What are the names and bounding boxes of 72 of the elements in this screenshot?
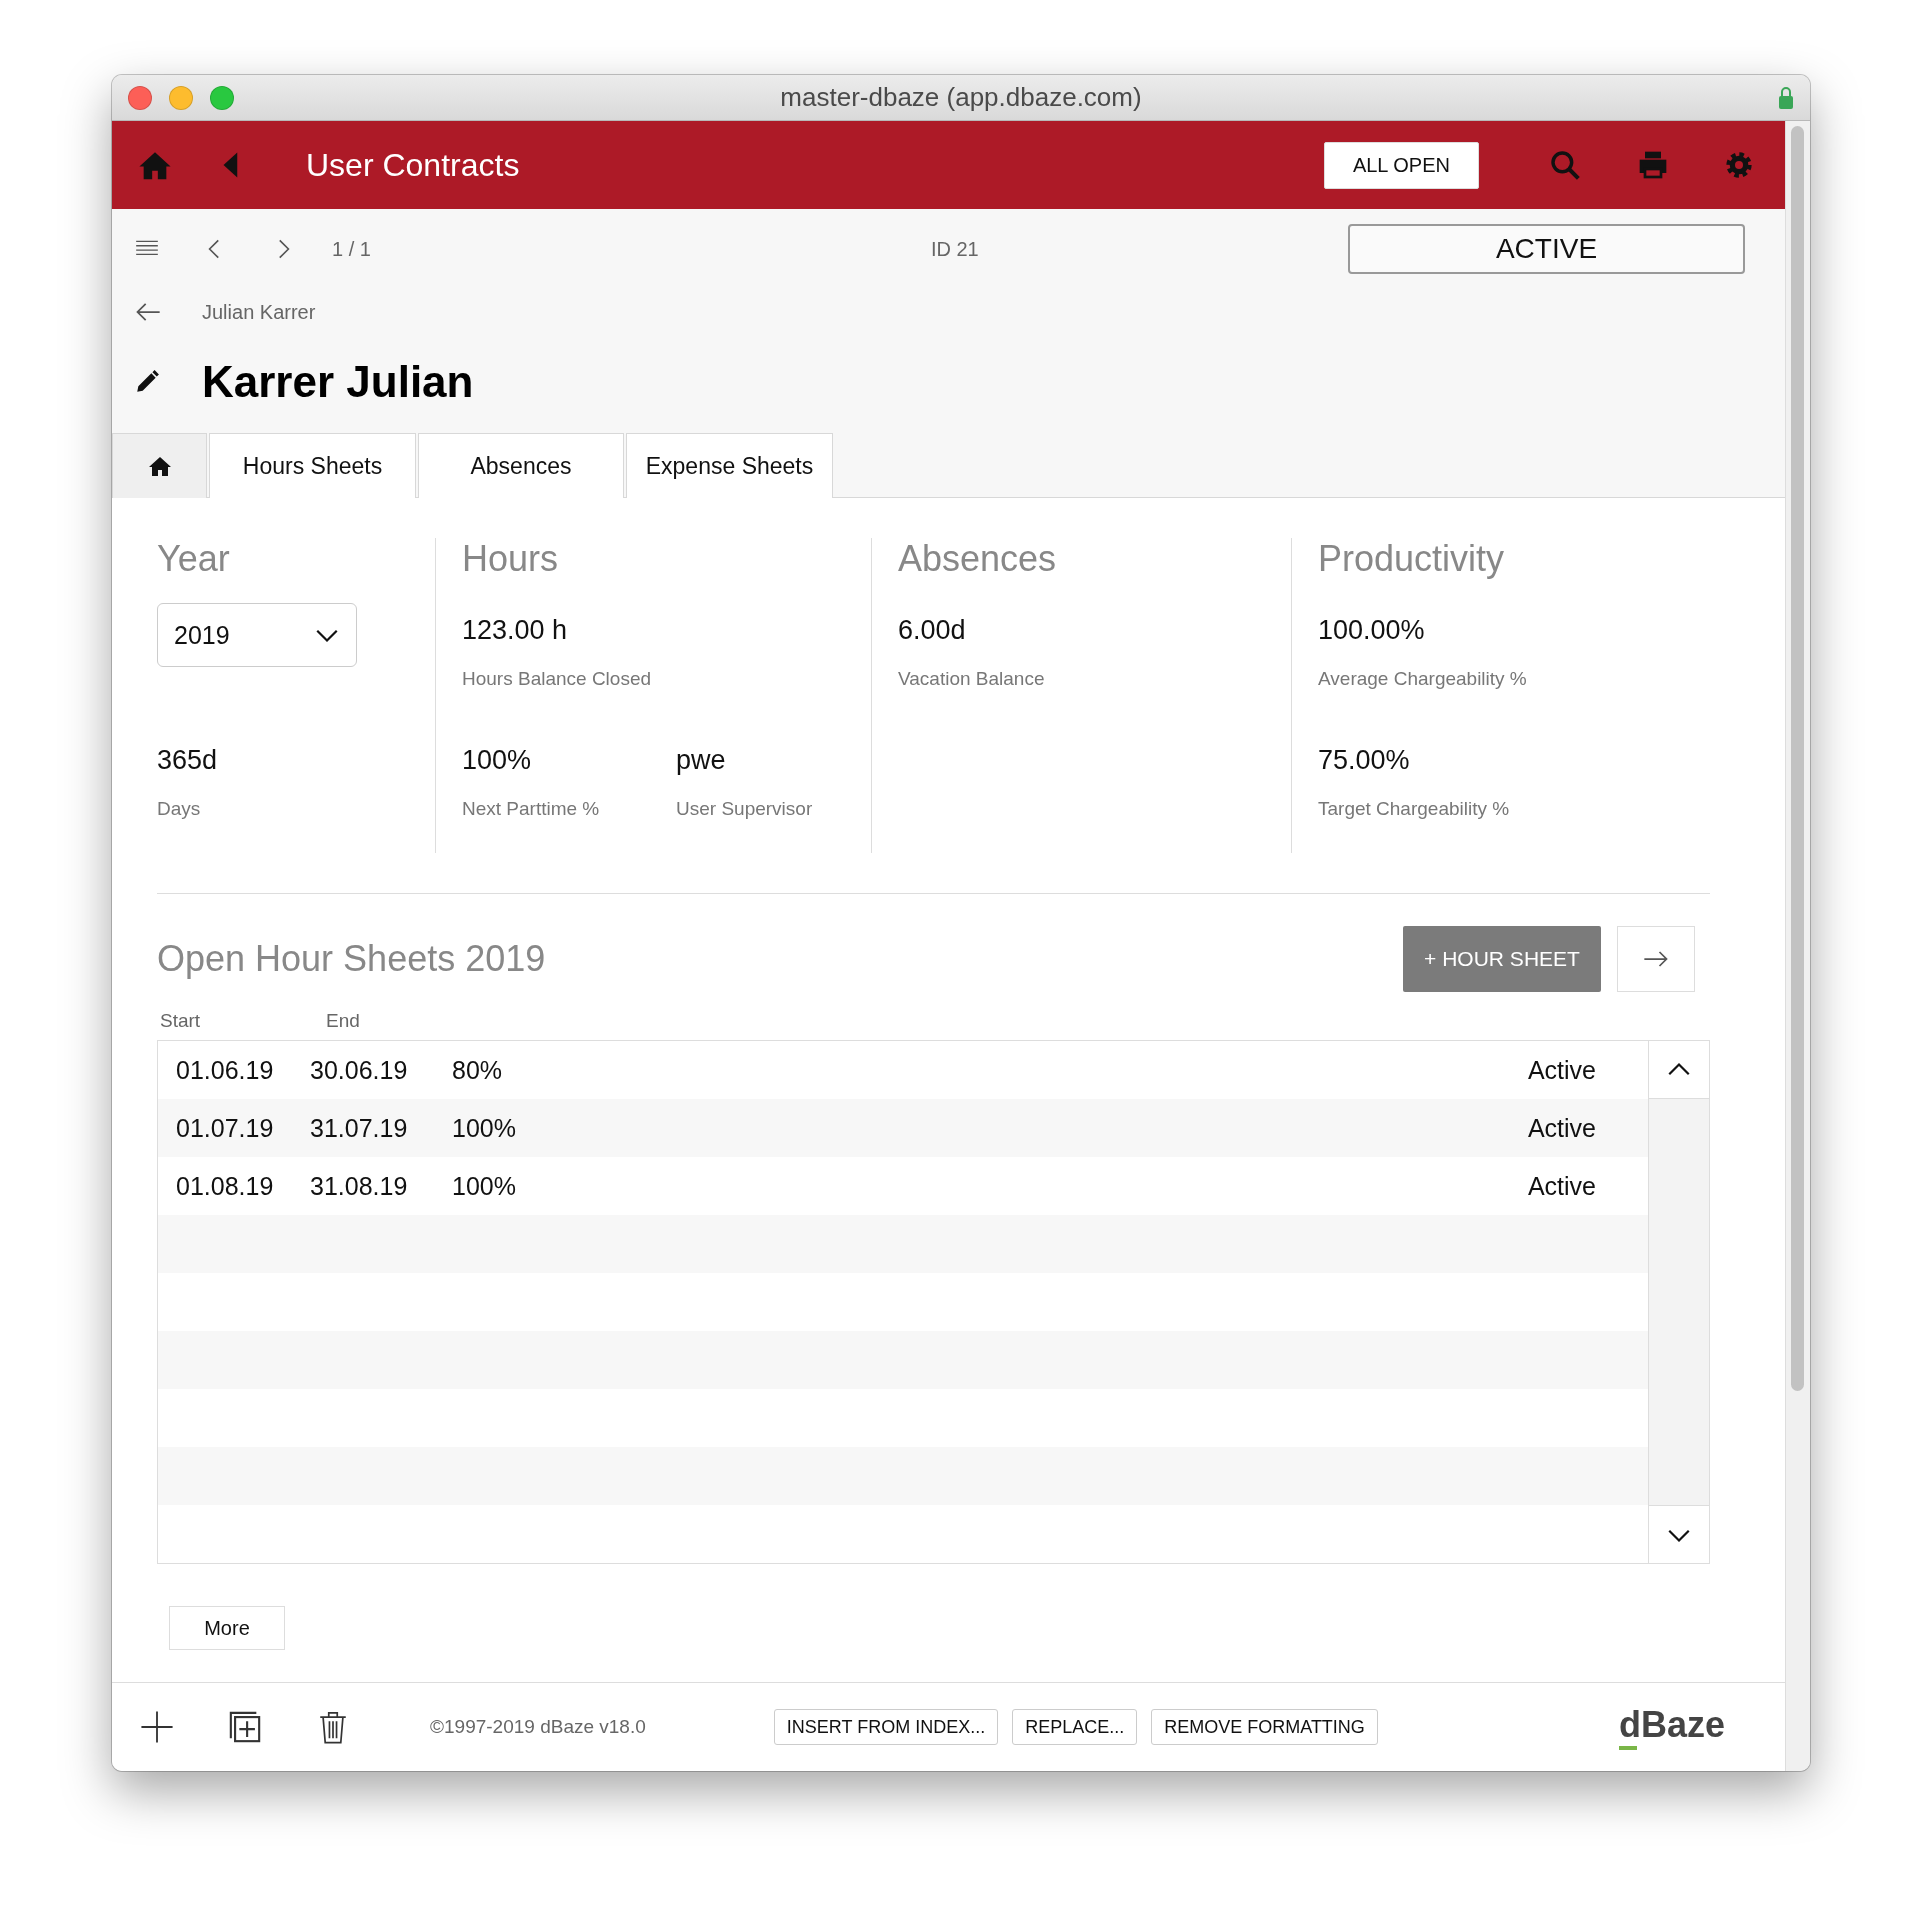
pencil-icon bbox=[134, 369, 160, 395]
section-title: Open Hour Sheets 2019 bbox=[157, 938, 546, 980]
table-cell-text: 31.08.19 bbox=[310, 1171, 409, 1201]
table-cell: Active bbox=[1527, 1055, 1596, 1085]
field-value: 75.00% bbox=[1318, 745, 1411, 776]
column-header: End bbox=[326, 1010, 361, 1032]
field-value: 100.00% bbox=[1318, 615, 1426, 646]
duplicate-button[interactable] bbox=[228, 1710, 262, 1744]
scroll-up-button[interactable] bbox=[1649, 1041, 1709, 1099]
printer-icon bbox=[1637, 149, 1669, 181]
minimize-button[interactable] bbox=[169, 85, 193, 110]
table-cell-text: 01.06.19 bbox=[176, 1055, 275, 1085]
table-cell-text: 01.07.19 bbox=[176, 1113, 275, 1143]
scrollbar-thumb[interactable] bbox=[1791, 126, 1804, 1391]
footer-button[interactable]: INSERT FROM INDEX... bbox=[773, 1709, 999, 1745]
table-cell-text: 30.06.19 bbox=[310, 1055, 409, 1085]
field-label: Target Chargeability % bbox=[1318, 798, 1511, 820]
duplicate-icon bbox=[228, 1710, 262, 1744]
breadcrumb-link[interactable]: Julian Karrer bbox=[202, 300, 316, 324]
record-position: 1 / 1 bbox=[332, 237, 371, 261]
group-title: Absences bbox=[898, 538, 1058, 581]
status-field[interactable]: ACTIVE bbox=[1348, 224, 1745, 274]
field-label: Average Chargeability % bbox=[1318, 668, 1528, 690]
table-cell-text: 80% bbox=[452, 1055, 504, 1085]
lock-icon bbox=[1778, 85, 1794, 110]
search-icon bbox=[1549, 149, 1581, 181]
table-cell: Active bbox=[1527, 1171, 1596, 1201]
add-button[interactable] bbox=[140, 1710, 174, 1744]
all-open-button[interactable]: ALL OPEN bbox=[1323, 141, 1479, 189]
record-title: Karrer Julian bbox=[202, 357, 474, 407]
zoom-button[interactable] bbox=[210, 85, 234, 110]
more-button[interactable]: More bbox=[169, 1606, 285, 1650]
add-hour-sheet-button[interactable]: + HOUR SHEET bbox=[1403, 926, 1601, 992]
group-title: Productivity bbox=[1318, 538, 1506, 581]
field-value: 6.00d bbox=[898, 615, 967, 646]
settings-button[interactable] bbox=[1723, 149, 1755, 181]
table-cell: Active bbox=[1527, 1113, 1596, 1143]
table-cell-text: 100% bbox=[452, 1113, 517, 1143]
group-title: Hours bbox=[462, 538, 560, 581]
field-label: Hours Balance Closed bbox=[462, 668, 653, 690]
window-title: master-dbaze (app.dbaze.com) bbox=[780, 82, 1142, 113]
tab[interactable]: Hours Sheets bbox=[209, 433, 416, 498]
field-label: User Supervisor bbox=[676, 798, 814, 820]
field-value: 123.00 h bbox=[462, 615, 569, 646]
print-button[interactable] bbox=[1637, 149, 1669, 181]
scroll-down-button[interactable] bbox=[1649, 1505, 1709, 1563]
search-button[interactable] bbox=[1549, 149, 1581, 181]
header-title: User Contracts bbox=[306, 146, 520, 184]
footer-button[interactable]: REMOVE FORMATTING bbox=[1151, 1709, 1378, 1745]
field-label: Next Parttime % bbox=[462, 798, 601, 820]
field-value: pwe bbox=[676, 745, 727, 776]
footer-button[interactable]: REPLACE... bbox=[1012, 1709, 1138, 1745]
home-icon bbox=[147, 454, 172, 478]
copyright-text: ©1997-2019 dBaze v18.0 bbox=[430, 1716, 646, 1738]
tab[interactable]: Expense Sheets bbox=[626, 433, 833, 498]
field-value: 365d bbox=[157, 745, 219, 776]
plus-icon bbox=[140, 1710, 174, 1744]
tab[interactable]: Absences bbox=[418, 433, 624, 498]
table-row[interactable]: 01.07.19 31.07.19 100% Active bbox=[158, 1099, 1648, 1157]
table-cell-text: 31.07.19 bbox=[310, 1113, 409, 1143]
home-tab[interactable] bbox=[112, 433, 207, 498]
close-button[interactable] bbox=[128, 85, 152, 110]
table-cell-text: 01.08.19 bbox=[176, 1171, 275, 1201]
table-cell-text: 100% bbox=[452, 1171, 517, 1201]
group-title: Year bbox=[157, 538, 231, 581]
year-select[interactable]: 2019 bbox=[157, 603, 357, 667]
record-id: ID 21 bbox=[930, 237, 979, 261]
field-label: Days bbox=[157, 798, 202, 820]
settings-icon bbox=[1723, 149, 1755, 181]
column-header: Start bbox=[160, 1010, 202, 1032]
field-label: Vacation Balance bbox=[898, 668, 1046, 690]
field-value: 100% bbox=[462, 745, 533, 776]
